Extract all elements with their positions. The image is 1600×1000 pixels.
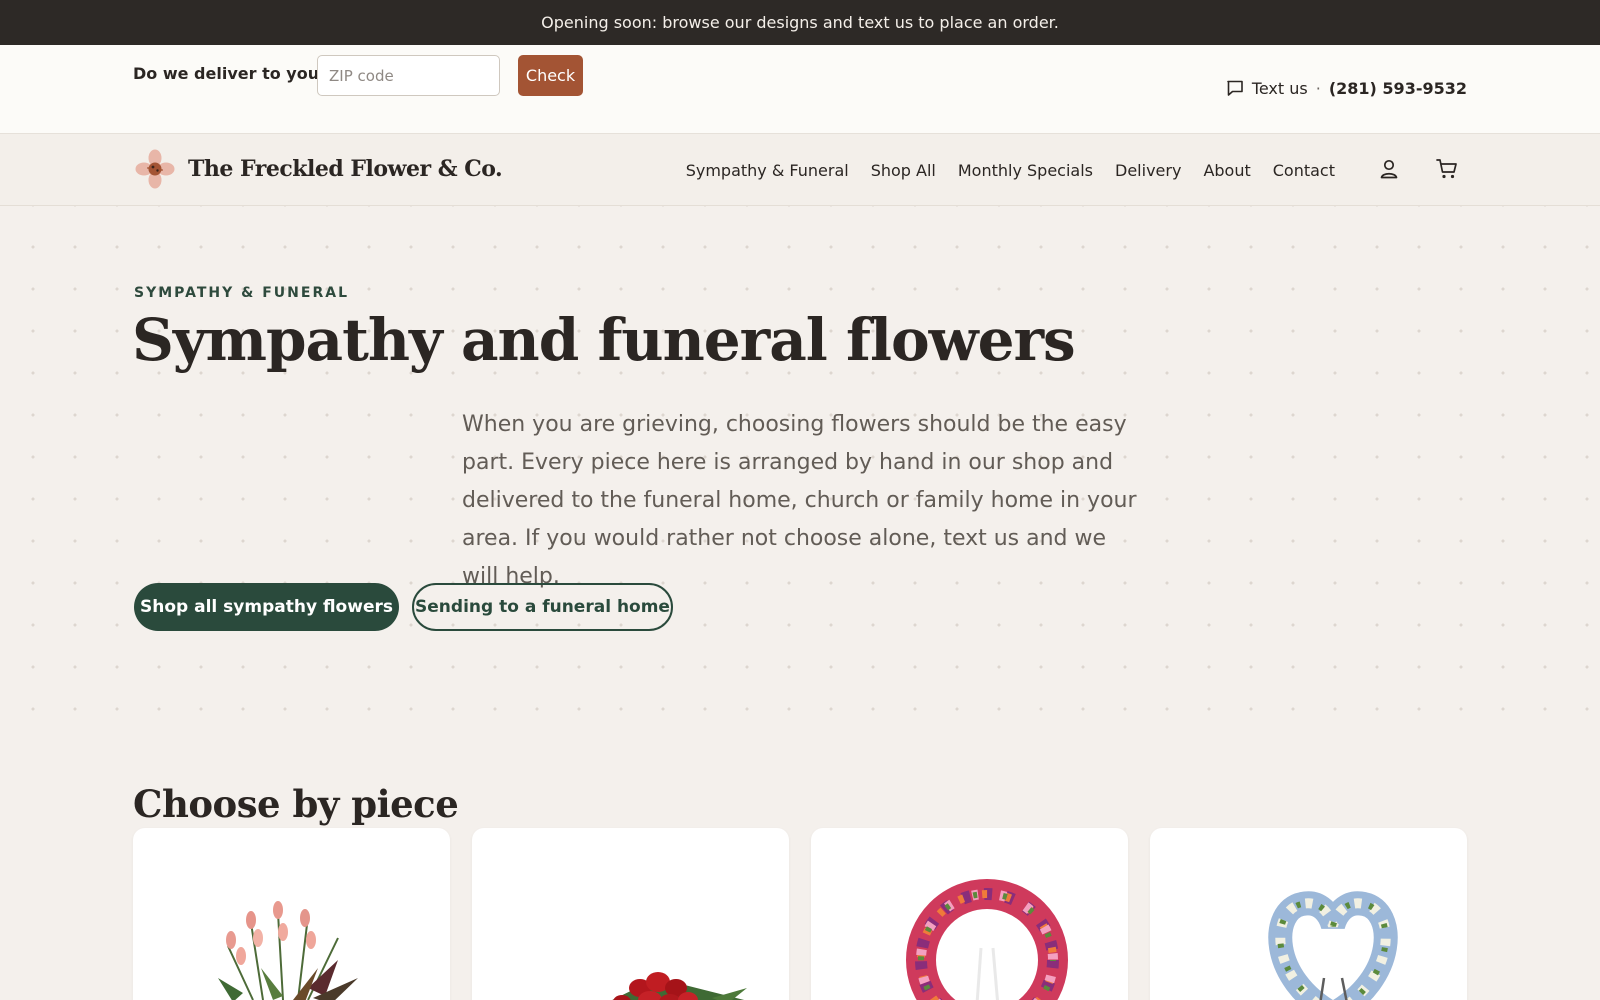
brand-link[interactable]: The Freckled Flower & Co. <box>134 148 503 190</box>
product-cards <box>133 828 1467 1000</box>
hero-section: SYMPATHY & FUNERAL Sympathy and funeral … <box>0 206 1600 726</box>
nav-monthly-specials[interactable]: Monthly Specials <box>958 161 1093 180</box>
contact-separator: · <box>1315 78 1321 98</box>
account-icon[interactable] <box>1376 156 1402 182</box>
arrangement-image <box>218 901 358 1000</box>
page-title: Sympathy and funeral flowers <box>132 306 1076 374</box>
text-us-label: Text us <box>1251 78 1308 98</box>
nav-about[interactable]: About <box>1203 161 1250 180</box>
nav-contact[interactable]: Contact <box>1273 161 1335 180</box>
choose-by-piece-heading: Choose by piece <box>133 782 459 826</box>
casket-spray-image <box>612 972 747 1000</box>
product-card-wreath[interactable] <box>811 828 1128 1000</box>
announcement-bar: Opening soon: browse our designs and tex… <box>0 0 1600 45</box>
brand-name: The Freckled Flower & Co. <box>188 156 503 182</box>
check-button[interactable]: Check <box>518 55 583 96</box>
deliver-label: Do we deliver to you? <box>133 64 329 83</box>
cart-icon[interactable] <box>1434 156 1460 182</box>
nav-shop-all[interactable]: Shop All <box>871 161 936 180</box>
chat-icon <box>1227 80 1243 96</box>
funeral-home-button[interactable]: Sending to a funeral home <box>412 583 673 631</box>
shop-all-sympathy-button[interactable]: Shop all sympathy flowers <box>134 583 399 631</box>
nav-links: Sympathy & Funeral Shop All Monthly Spec… <box>686 134 1335 206</box>
flower-logo-icon <box>135 149 175 189</box>
product-card-arrangement[interactable] <box>133 828 450 1000</box>
hero-description: When you are grieving, choosing flowers … <box>462 412 1137 589</box>
utility-bar: Do we deliver to you? Check Text us · (2… <box>0 45 1600 134</box>
product-card-heart-standing-spray[interactable] <box>1150 828 1467 1000</box>
phone-number[interactable]: (281) 593-9532 <box>1329 79 1467 98</box>
wreath-image <box>906 879 1068 1000</box>
heart-spray-image <box>1268 891 1398 1000</box>
nav-sympathy-funeral[interactable]: Sympathy & Funeral <box>686 161 849 180</box>
announcement-text: Opening soon: browse our designs and tex… <box>541 13 1059 32</box>
product-card-casket-spray[interactable] <box>472 828 789 1000</box>
text-us-contact[interactable]: Text us · (281) 593-9532 <box>1225 78 1467 98</box>
main-navigation: The Freckled Flower & Co. Sympathy & Fun… <box>0 134 1600 206</box>
hero-eyebrow: SYMPATHY & FUNERAL <box>134 285 349 301</box>
nav-delivery[interactable]: Delivery <box>1115 161 1181 180</box>
zip-code-input[interactable] <box>317 55 500 96</box>
